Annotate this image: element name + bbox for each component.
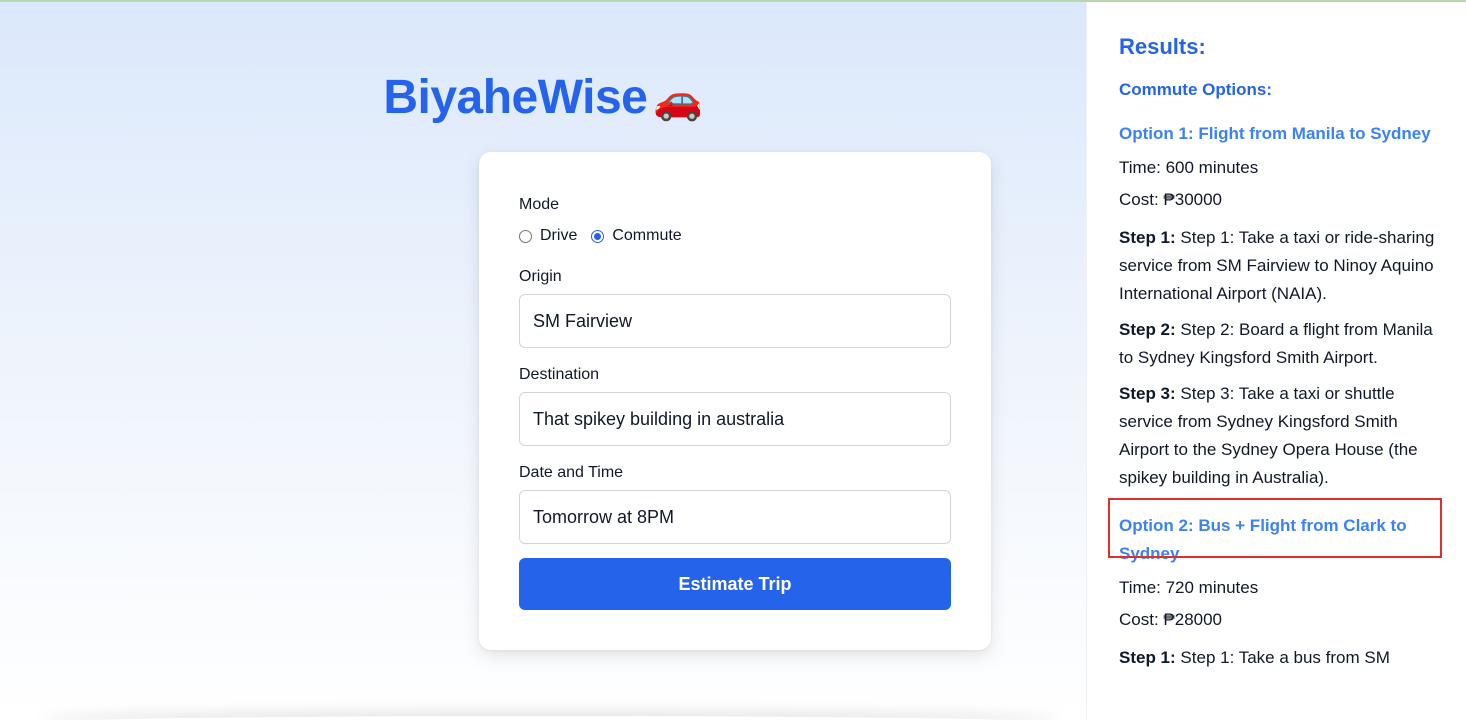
bottom-shadow xyxy=(40,716,1060,720)
results-panel[interactable]: Results: Commute Options: Option 1: Flig… xyxy=(1086,2,1466,720)
datetime-label: Date and Time xyxy=(519,464,624,481)
step-label: Step 1: xyxy=(1119,228,1176,247)
trip-form-card: Mode Drive Commute Origin SM Fairview De… xyxy=(479,152,991,650)
drive-radio-label[interactable]: Drive xyxy=(540,227,577,245)
mode-label: Mode xyxy=(519,196,560,213)
commute-radio-label[interactable]: Commute xyxy=(612,227,681,245)
results-title: Results: xyxy=(1119,34,1206,59)
mode-radio-group: Drive Commute xyxy=(519,227,696,245)
option-step: Step 1: Step 1: Take a bus from SM xyxy=(1119,644,1441,672)
option-card: Option 2: Bus + Flight from Clark to Syd… xyxy=(1119,512,1441,672)
estimate-trip-button[interactable]: Estimate Trip xyxy=(519,558,951,610)
step-label: Step 2: xyxy=(1119,320,1176,339)
results-content: Results: Commute Options: Option 1: Flig… xyxy=(1119,34,1441,680)
results-subtitle: Commute Options: xyxy=(1119,80,1272,99)
option-card: Option 1: Flight from Manila to Sydney T… xyxy=(1119,120,1441,492)
car-icon: 🚗 xyxy=(653,78,703,122)
drive-radio[interactable] xyxy=(519,229,532,243)
origin-input[interactable]: SM Fairview xyxy=(519,294,951,348)
datetime-input[interactable]: Tomorrow at 8PM xyxy=(519,490,951,544)
option-title: Option 1: Flight from Manila to Sydney xyxy=(1119,124,1431,143)
app-title-text: BiyaheWise xyxy=(383,71,648,124)
commute-radio[interactable] xyxy=(591,229,605,243)
app-title: BiyaheWise 🚗 xyxy=(0,70,1086,125)
step-label: Step 3: xyxy=(1119,384,1176,403)
step-label: Step 1: xyxy=(1119,648,1176,667)
destination-input[interactable]: That spikey building in australia xyxy=(519,392,951,446)
option-time: Time: 720 minutes xyxy=(1119,578,1259,597)
option-cost: Cost: ₱28000 xyxy=(1119,610,1223,629)
step-text: Step 1: Take a bus from SM xyxy=(1180,648,1390,667)
option-time: Time: 600 minutes xyxy=(1119,158,1259,177)
option-step: Step 2: Step 2: Board a flight from Mani… xyxy=(1119,316,1441,372)
destination-label: Destination xyxy=(519,366,600,383)
origin-label: Origin xyxy=(519,268,562,285)
option-cost: Cost: ₱30000 xyxy=(1119,190,1223,209)
option-step: Step 3: Step 3: Take a taxi or shuttle s… xyxy=(1119,380,1441,492)
option-title: Option 2: Bus + Flight from Clark to Syd… xyxy=(1119,516,1407,563)
main-panel: BiyaheWise 🚗 Mode Drive Commute Origin SM… xyxy=(0,2,1086,720)
option-step: Step 1: Step 1: Take a taxi or ride-shar… xyxy=(1119,224,1441,308)
